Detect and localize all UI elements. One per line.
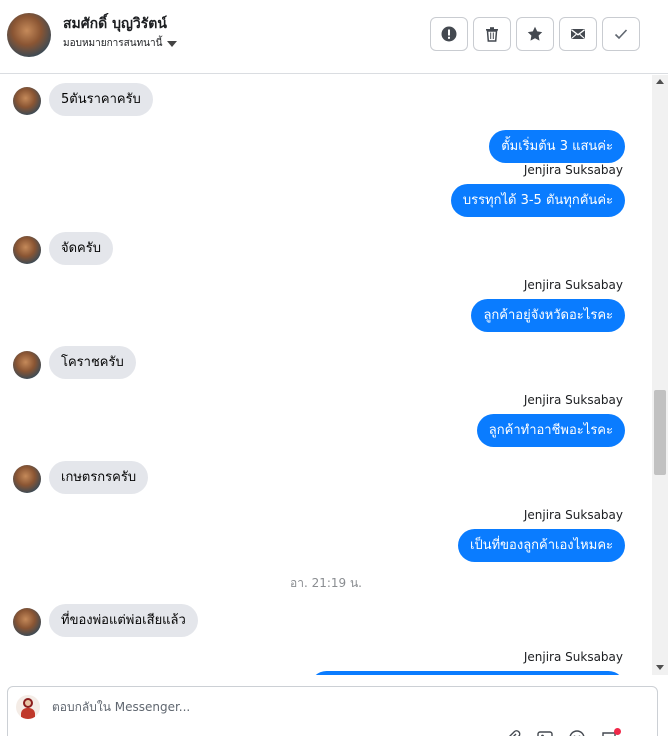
sender-name: Jenjira Suksabay	[523, 393, 623, 407]
reply-input[interactable]	[52, 700, 532, 714]
incoming-message-bubble[interactable]: เกษตรกรครับ	[49, 461, 149, 494]
thread-scrollbar[interactable]	[652, 75, 668, 675]
contact-avatar-small	[13, 351, 41, 379]
contact-avatar-small	[13, 87, 41, 115]
page-avatar	[16, 695, 40, 719]
contact-avatar-small	[13, 608, 41, 636]
conversation-actions	[430, 17, 640, 51]
reply-composer	[7, 686, 658, 736]
scroll-up-arrow-icon[interactable]	[656, 79, 664, 84]
outgoing-message-bubble[interactable]: ลูกค้าทำอาชีพอะไรคะ	[476, 414, 625, 447]
envelope-icon	[571, 29, 585, 39]
sender-name: Jenjira Suksabay	[523, 278, 623, 292]
contact-avatar-small	[13, 236, 41, 264]
messenger-conversation: สมศักดิ์ บุญวิรัตน์ มอบหมายการสนทนานี้ 5…	[0, 0, 672, 736]
notification-dot	[614, 728, 621, 735]
alert-icon	[441, 26, 457, 42]
outgoing-message-bubble[interactable]: บรรทุกได้ 3-5 ตันทุกคันค่ะ	[450, 184, 625, 217]
image-button[interactable]	[536, 729, 554, 736]
outgoing-message-bubble[interactable]: เป็นที่ของลูกค้าเองไหมคะ	[458, 529, 625, 562]
contact-avatar[interactable]	[7, 13, 51, 57]
contact-name[interactable]: สมศักดิ์ บุญวิรัตน์	[63, 13, 167, 35]
image-icon	[537, 731, 553, 736]
incoming-message-bubble[interactable]: ที่ของพ่อแต่พ่อเสียแล้ว	[49, 604, 198, 637]
scrollbar-thumb[interactable]	[654, 390, 666, 475]
incoming-message-bubble[interactable]: โคราชครับ	[49, 346, 136, 379]
delete-button[interactable]	[473, 17, 511, 51]
message-thread: 5ตันราคาครับ ตั้มเริ่มต้น 3 แสนค่ะ Jenji…	[0, 75, 652, 675]
mark-unread-button[interactable]	[559, 17, 597, 51]
trash-icon	[486, 27, 498, 42]
outgoing-message-bubble[interactable]: ตั้มเริ่มต้น 3 แสนค่ะ	[489, 130, 625, 163]
message-timestamp: อา. 21:19 น.	[290, 576, 362, 590]
check-icon	[614, 29, 628, 40]
attachment-button[interactable]	[504, 729, 522, 736]
saved-reply-button[interactable]	[600, 728, 621, 736]
composer-tools	[504, 728, 621, 736]
conversation-header: สมศักดิ์ บุญวิรัตน์ มอบหมายการสนทนานี้	[0, 0, 668, 74]
star-icon	[527, 26, 543, 41]
incoming-message-bubble[interactable]: จัดครับ	[49, 232, 113, 265]
incoming-message-bubble[interactable]: 5ตันราคาครับ	[49, 83, 153, 116]
assign-conversation-dropdown[interactable]: มอบหมายการสนทนานี้	[63, 36, 178, 51]
sender-name: Jenjira Suksabay	[523, 508, 623, 522]
mark-done-button[interactable]	[602, 17, 640, 51]
assign-label: มอบหมายการสนทนานี้	[63, 38, 163, 49]
outgoing-message-bubble[interactable]	[310, 671, 625, 675]
caret-down-icon	[167, 40, 178, 47]
scroll-down-arrow-icon[interactable]	[656, 665, 664, 670]
sender-name: Jenjira Suksabay	[523, 163, 623, 177]
follow-up-button[interactable]	[516, 17, 554, 51]
spam-button[interactable]	[430, 17, 468, 51]
contact-avatar-small	[13, 465, 41, 493]
sender-name: Jenjira Suksabay	[523, 650, 623, 664]
attachment-icon	[509, 730, 521, 736]
emoji-button[interactable]	[568, 729, 586, 736]
emoji-icon	[569, 730, 585, 736]
outgoing-message-bubble[interactable]: ลูกค้าอยู่จังหวัดอะไรคะ	[471, 299, 625, 332]
